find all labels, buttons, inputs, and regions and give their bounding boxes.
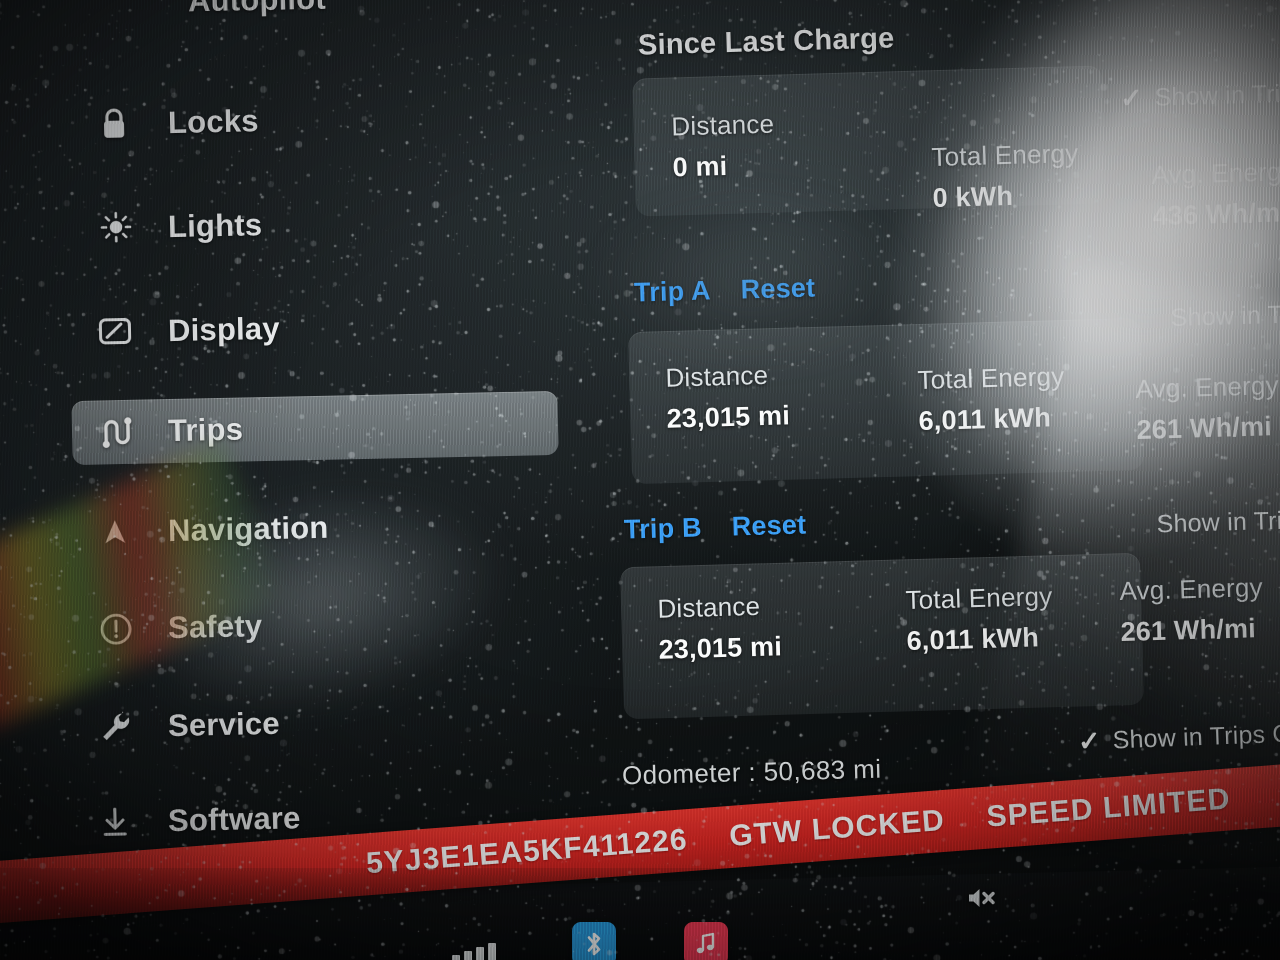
stat-label: Distance: [671, 108, 775, 142]
stat-label: Total Energy: [917, 360, 1065, 396]
signal-bars-icon[interactable]: [452, 942, 496, 960]
stat-value: 436 Wh/mi: [1152, 197, 1280, 231]
trip-b-distance: Distance 23,015 mi: [657, 590, 782, 665]
trip-b-avg-energy: Avg. Energy 261 Wh/mi: [1119, 572, 1264, 648]
checkmark-icon: ✓: [1077, 725, 1102, 757]
trip-a-header: Trip A Reset: [634, 272, 816, 308]
show-in-trips-card-checkbox[interactable]: ✓ Show in Trips Card: [1077, 718, 1280, 757]
speed-limited-status: SPEED LIMITED: [985, 782, 1232, 834]
stat-value: 6,011 kWh: [918, 402, 1052, 437]
checkbox-label: Show in Trips Car: [1156, 505, 1280, 539]
since-last-charge-total-energy: Total Energy 0 kWh: [931, 138, 1080, 214]
checkbox-label: Show in Trips Card: [1112, 718, 1280, 755]
bottom-taskbar: [0, 868, 1280, 960]
tesla-touchscreen: Autopilot Locks: [0, 0, 1280, 960]
trip-b-header: Trip B Reset: [624, 509, 807, 545]
trip-b-reset-button[interactable]: Reset: [731, 509, 806, 542]
stat-value: 23,015 mi: [658, 631, 783, 665]
since-last-charge-avg-energy: Avg. Energy 436 Wh/mi: [1151, 156, 1280, 232]
trip-b-title: Trip B: [623, 512, 703, 545]
trip-a-show-in-trips-checkbox[interactable]: ✓ Show in Trips C: [1136, 299, 1280, 334]
checkmark-icon: ✓: [1119, 82, 1144, 114]
stat-label: Total Energy: [905, 580, 1053, 616]
stat-value: 23,015 mi: [666, 400, 791, 434]
checkbox-label: Show in Trips C: [1170, 299, 1280, 332]
trip-a-distance: Distance 23,015 mi: [665, 359, 790, 434]
bluetooth-icon[interactable]: [572, 922, 616, 960]
stat-label: Distance: [665, 359, 769, 393]
stat-value: 261 Wh/mi: [1136, 411, 1273, 445]
since-last-charge-title: Since Last Charge: [637, 22, 895, 62]
trip-a-title: Trip A: [633, 275, 712, 308]
screen-content: Autopilot Locks: [0, 0, 1280, 960]
stat-value: 0 kWh: [932, 180, 1014, 214]
trip-a-avg-energy: Avg. Energy 261 Wh/mi: [1135, 370, 1280, 446]
speaker-mute-icon[interactable]: [966, 885, 996, 911]
trip-b-show-in-trips-checkbox[interactable]: ✓ Show in Trips Car: [1122, 505, 1280, 541]
odometer-readout: Odometer : 50,683 mi: [621, 753, 882, 791]
stat-value: 6,011 kWh: [906, 622, 1040, 657]
trip-a-total-energy: Total Energy 6,011 kWh: [917, 361, 1066, 437]
music-note-icon[interactable]: [684, 922, 728, 960]
gtw-locked-status: GTW LOCKED: [728, 803, 947, 853]
checkbox-label: Show in Trips: [1154, 79, 1280, 112]
stat-value: 0 mi: [672, 150, 728, 183]
trip-b-total-energy: Total Energy 6,011 kWh: [905, 581, 1054, 657]
stat-value: 261 Wh/mi: [1120, 613, 1257, 647]
stat-label: Avg. Energy: [1119, 572, 1264, 607]
stat-label: Avg. Energy: [1151, 156, 1280, 191]
since-last-charge-show-in-trips-checkbox[interactable]: ✓ Show in Trips: [1120, 79, 1280, 113]
stat-label: Total Energy: [931, 137, 1079, 173]
since-last-charge-distance: Distance 0 mi: [671, 109, 776, 184]
stat-label: Avg. Energy: [1135, 370, 1280, 405]
trip-a-reset-button[interactable]: Reset: [740, 272, 815, 305]
stat-label: Distance: [657, 590, 761, 624]
